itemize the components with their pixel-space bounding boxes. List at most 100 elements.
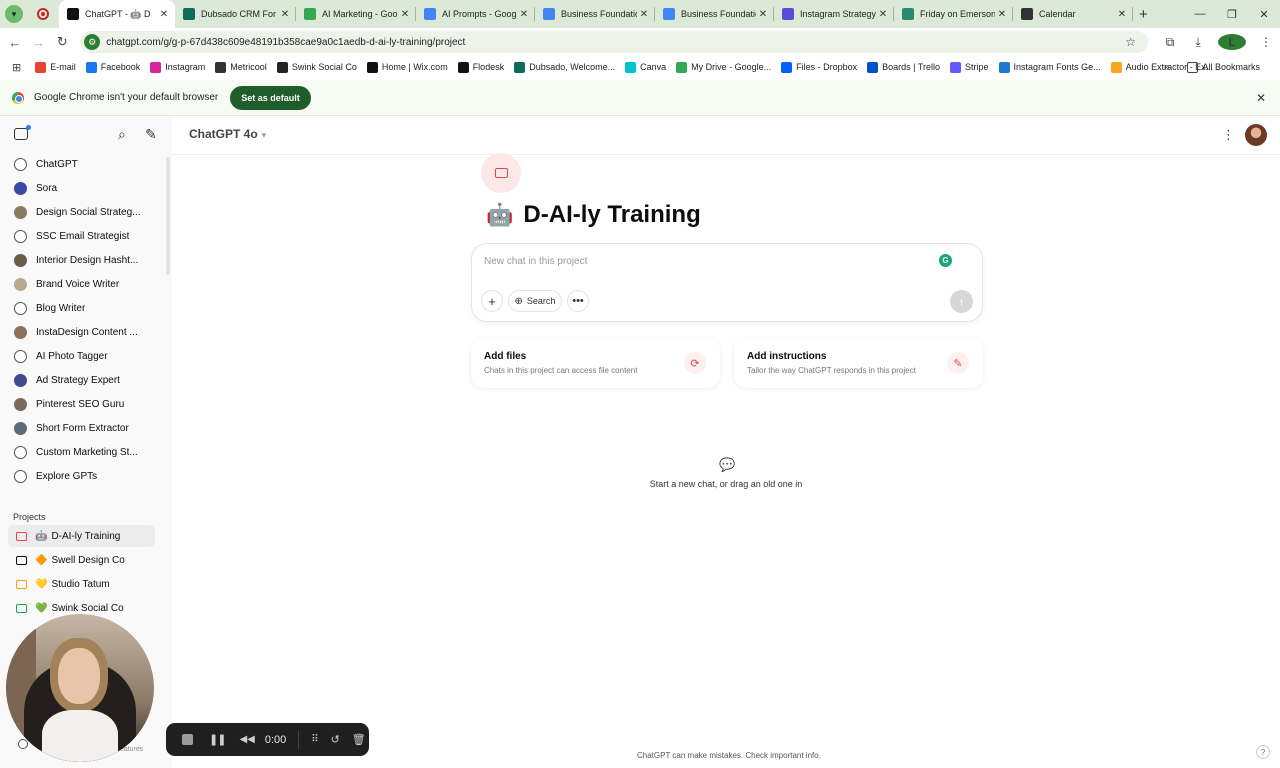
bookmark-item[interactable]: E-mail (35, 61, 76, 73)
bookmark-item[interactable]: Metricool (215, 61, 267, 73)
bookmark-label: Stripe (965, 62, 989, 72)
search-chats-icon[interactable]: ⌕ (118, 126, 126, 143)
user-avatar[interactable] (1245, 124, 1267, 146)
rewind-icon[interactable]: ◀◀ (239, 734, 254, 745)
bookmark-star-icon[interactable]: ☆ (1125, 35, 1136, 49)
browser-tab[interactable]: Friday on Emerson C✕ (894, 0, 1013, 28)
profile-avatar[interactable]: L (1218, 34, 1247, 50)
sidebar-gpt-item[interactable]: Sora (8, 177, 155, 199)
browser-tab[interactable]: Dubsado CRM For C ✕ (175, 0, 296, 28)
new-tab-button[interactable]: + (1139, 6, 1148, 23)
sidebar-gpt-item[interactable]: Brand Voice Writer (8, 273, 155, 295)
tab-close-icon[interactable]: ✕ (398, 9, 412, 20)
restore-button[interactable]: ❐ (1216, 8, 1248, 21)
stop-recording-button[interactable] (182, 734, 193, 745)
browser-tab[interactable]: AI Prompts - Google ✕ (416, 0, 535, 28)
extensions-icon[interactable]: ⧉ (1156, 35, 1184, 50)
new-chat-icon[interactable]: ✎ (145, 126, 157, 143)
send-button[interactable]: ↑ (950, 290, 973, 313)
more-tools-button[interactable]: ••• (567, 290, 589, 312)
tab-close-icon[interactable]: ✕ (1115, 9, 1129, 20)
tab-favicon-icon (67, 8, 79, 20)
back-button[interactable]: ← (3, 35, 27, 50)
sidebar-gpt-item[interactable]: Explore GPTs (8, 465, 155, 487)
browser-tab[interactable]: ChatGPT - 🤖 D ✕ (59, 0, 175, 28)
tab-close-icon[interactable]: ✕ (995, 9, 1009, 20)
pause-button[interactable]: ❚❚ (209, 733, 226, 746)
grammarly-icon[interactable]: G (939, 254, 952, 267)
sidebar-gpt-item[interactable]: InstaDesign Content ... (8, 321, 155, 343)
tab-close-icon[interactable]: ✕ (756, 9, 770, 20)
sidebar-gpt-item[interactable]: ChatGPT (8, 153, 155, 175)
tab-favicon-icon (663, 8, 675, 20)
bookmark-item[interactable]: My Drive - Google... (676, 61, 771, 73)
apps-grid-icon[interactable]: ⊞ (12, 61, 21, 74)
minimize-button[interactable]: — (1184, 8, 1216, 20)
sidebar-project-item[interactable]: 🤖 D-AI-ly Training (8, 525, 155, 547)
bookmark-item[interactable]: Instagram Fonts Ge... (998, 61, 1101, 73)
sidebar-project-item[interactable]: 💛 Studio Tatum (8, 573, 155, 595)
downloads-icon[interactable]: ⤓ (1184, 35, 1212, 50)
sidebar-gpt-item[interactable]: Short Form Extractor (8, 417, 155, 439)
composer-input[interactable]: New chat in this project (484, 256, 587, 267)
sidebar-scrollbar[interactable] (166, 157, 170, 275)
help-icon[interactable]: ? (1256, 745, 1270, 759)
bookmark-item[interactable]: Home | Wix.com (366, 61, 448, 73)
browser-tab[interactable]: AI Marketing - Goo ✕ (296, 0, 416, 28)
browser-tab[interactable]: Instagram Strategy ✕ (774, 0, 894, 28)
trash-icon[interactable]: 🗑 (352, 733, 366, 746)
search-button[interactable]: ⊕ Search (508, 290, 562, 312)
sidebar-project-item[interactable]: 🔶 Swell Design Co (8, 549, 155, 571)
bookmark-item[interactable]: Files - Dropbox (781, 61, 857, 73)
browser-tab[interactable]: Business Foundatio ✕ (535, 0, 655, 28)
reload-button[interactable]: ↻ (50, 34, 74, 50)
add-instructions-card[interactable]: Add instructions Tailor the way ChatGPT … (734, 338, 983, 388)
site-info-icon[interactable]: ⚙ (84, 34, 101, 50)
all-bookmarks-button[interactable]: All Bookmarks (1187, 61, 1260, 73)
tab-close-icon[interactable]: ✕ (876, 9, 890, 20)
browser-tab[interactable]: Calendar ✕ (1013, 0, 1133, 28)
webcam-overlay[interactable] (6, 614, 154, 762)
tab-search-icon[interactable]: ▾ (5, 5, 23, 23)
bookmark-item[interactable]: Stripe (950, 61, 989, 73)
sidebar-gpt-item[interactable]: Pinterest SEO Guru (8, 393, 155, 415)
sidebar-item-label: SSC Email Strategist (36, 230, 130, 242)
sidebar-gpt-item[interactable]: SSC Email Strategist (8, 225, 155, 247)
tab-close-icon[interactable]: ✕ (637, 9, 651, 20)
close-window-button[interactable]: ✕ (1248, 8, 1280, 21)
bookmark-item[interactable]: Canva (625, 61, 666, 73)
sidebar-gpt-item[interactable]: Interior Design Hasht... (8, 249, 155, 271)
chat-composer[interactable]: New chat in this project G + ⊕ Search ••… (471, 243, 983, 322)
bookmark-item[interactable]: Instagram (150, 61, 205, 73)
banner-close-icon[interactable]: ✕ (1256, 91, 1266, 105)
sidebar-toggle-icon[interactable] (14, 125, 31, 140)
bookmark-item[interactable]: Dubsado, Welcome... (514, 61, 615, 73)
sidebar-gpt-item[interactable]: Ad Strategy Expert (8, 369, 155, 391)
sidebar-gpt-item[interactable]: AI Photo Tagger (8, 345, 155, 367)
add-files-card[interactable]: Add files Chats in this project can acce… (471, 338, 720, 388)
project-folder-icon[interactable] (481, 153, 521, 193)
omnibox[interactable]: ⚙ chatgpt.com/g/g-p-67d438c609e48191b358… (80, 31, 1149, 53)
project-title-text[interactable]: D-AI-ly Training (523, 201, 700, 229)
restart-icon[interactable]: ↺ (331, 733, 340, 746)
options-menu-icon[interactable]: ⋮ (1222, 127, 1235, 143)
drag-handle-icon[interactable]: ⠿ (311, 734, 318, 745)
more-bookmarks-button[interactable]: » (1164, 62, 1170, 73)
model-selector[interactable]: ChatGPT 4o ▾ (189, 127, 266, 141)
bookmark-item[interactable]: Facebook (85, 61, 140, 73)
tab-close-icon[interactable]: ✕ (157, 9, 171, 20)
bookmark-item[interactable]: Swink Social Co (276, 61, 357, 73)
forward-button[interactable]: → (27, 35, 51, 50)
sidebar-gpt-item[interactable]: Blog Writer (8, 297, 155, 319)
sidebar-gpt-item[interactable]: Custom Marketing St... (8, 441, 155, 463)
url-text[interactable]: chatgpt.com/g/g-p-67d438c609e48191b358ca… (106, 37, 1125, 48)
bookmark-item[interactable]: Flodesk (457, 61, 504, 73)
tab-close-icon[interactable]: ✕ (278, 9, 292, 20)
attach-button[interactable]: + (481, 290, 503, 312)
sidebar-gpt-item[interactable]: Design Social Strateg... (8, 201, 155, 223)
set-as-default-button[interactable]: Set as default (230, 85, 311, 110)
bookmark-item[interactable]: Boards | Trello (867, 61, 940, 73)
tab-close-icon[interactable]: ✕ (517, 9, 531, 20)
browser-tab[interactable]: Business Foundatio ✕ (655, 0, 774, 28)
chrome-menu-icon[interactable]: ⋮ (1252, 35, 1280, 49)
